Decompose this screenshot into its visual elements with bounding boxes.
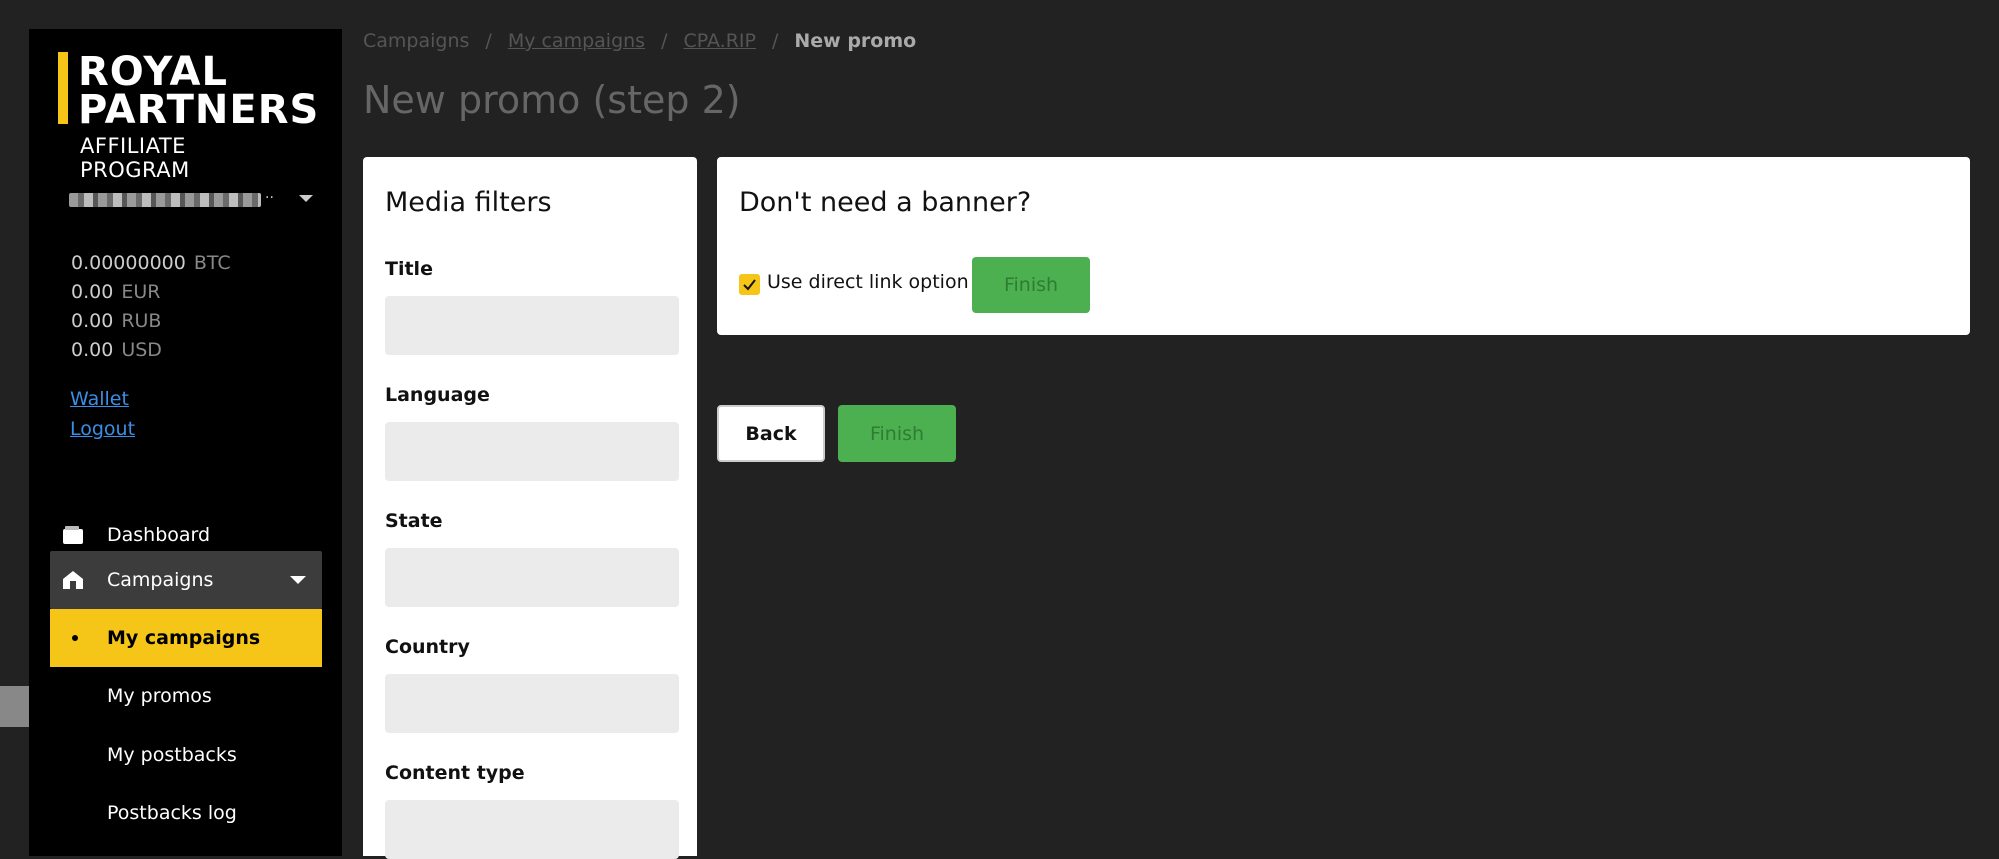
breadcrumb-item-my-campaigns[interactable]: My campaigns (508, 30, 645, 52)
content-type-input[interactable] (385, 800, 679, 859)
logo-bar (58, 52, 68, 124)
sidebar-item-label: My campaigns (107, 627, 261, 649)
language-label: Language (385, 384, 490, 406)
content-type-label: Content type (385, 762, 525, 784)
balance-currency: RUB (121, 310, 162, 332)
checkmark-icon (743, 279, 756, 291)
wallet-icon (63, 526, 83, 544)
title-label: Title (385, 258, 433, 280)
media-filters-title: Media filters (385, 187, 552, 218)
chevron-down-icon[interactable] (299, 195, 313, 202)
balance-row: 0.00 RUB (71, 307, 231, 336)
balance-currency: BTC (193, 252, 231, 274)
logout-link[interactable]: Logout (70, 414, 135, 444)
logo-line-3: AFFILIATE PROGRAM (80, 134, 190, 182)
user-name-ellipsis: .. (265, 186, 274, 202)
balance-amount: 0.00 (71, 281, 114, 303)
sidebar-item-postbacks-log[interactable]: Postbacks log (50, 784, 322, 842)
breadcrumb-item-cpa-rip[interactable]: CPA.RIP (683, 30, 755, 52)
state-input[interactable] (385, 548, 679, 607)
direct-link-label[interactable]: Use direct link option (767, 271, 969, 293)
back-button[interactable]: Back (717, 405, 825, 462)
country-label: Country (385, 636, 470, 658)
media-filters-panel: Media filters Title Language State Count… (363, 157, 697, 859)
user-menu[interactable]: .. (69, 186, 313, 209)
balance-amount: 0.00 (71, 310, 114, 332)
breadcrumb-separator: / (771, 30, 779, 52)
account-links: Wallet Logout (70, 384, 135, 444)
direct-link-checkbox[interactable] (739, 274, 760, 295)
balance-row: 0.00 USD (71, 336, 231, 365)
country-input[interactable] (385, 674, 679, 733)
sidebar-item-label: My promos (107, 685, 212, 707)
state-label: State (385, 510, 443, 532)
finish-direct-link-button[interactable]: Finish (972, 257, 1090, 313)
breadcrumb-separator: / (485, 30, 492, 52)
balance-list: 0.00000000 BTC 0.00 EUR 0.00 RUB 0.00 USD (71, 249, 231, 365)
no-banner-panel: Don't need a banner? Use direct link opt… (717, 157, 1970, 335)
page-title: New promo (step 2) (363, 78, 741, 122)
active-bullet-icon (72, 635, 78, 641)
balance-amount: 0.00 (71, 339, 114, 361)
wallet-link[interactable]: Wallet (70, 384, 135, 414)
chevron-down-icon (290, 576, 306, 584)
balance-currency: USD (121, 339, 162, 361)
no-banner-title: Don't need a banner? (739, 187, 1032, 218)
home-icon (63, 571, 83, 589)
sidebar-item-label: Postbacks log (107, 802, 237, 824)
breadcrumb-item-current: New promo (794, 30, 917, 52)
left-edge-tab[interactable] (0, 686, 29, 727)
sidebar-item-label: Campaigns (107, 569, 214, 591)
sidebar-item-my-campaigns[interactable]: My campaigns (50, 609, 322, 667)
title-input[interactable] (385, 296, 679, 355)
sidebar-item-label: My postbacks (107, 744, 237, 766)
sidebar-item-campaigns[interactable]: Campaigns (50, 551, 322, 609)
sidebar-item-my-postbacks[interactable]: My postbacks (50, 726, 322, 784)
balance-row: 0.00000000 BTC (71, 249, 231, 278)
finish-button[interactable]: Finish (838, 405, 956, 462)
breadcrumb-item-campaigns[interactable]: Campaigns (363, 30, 469, 52)
sidebar-item-my-promos[interactable]: My promos (50, 667, 322, 725)
logo-line-2: PARTNERS (78, 87, 320, 133)
user-name-redacted (69, 193, 261, 207)
balance-amount: 0.00000000 (71, 252, 186, 274)
balance-row: 0.00 EUR (71, 278, 231, 307)
sidebar: ROYAL PARTNERS AFFILIATE PROGRAM .. 0.00… (29, 29, 342, 856)
breadcrumb: Campaigns / My campaigns / CPA.RIP / New promo (363, 30, 916, 52)
breadcrumb-separator: / (661, 30, 668, 52)
language-input[interactable] (385, 422, 679, 481)
balance-currency: EUR (121, 281, 161, 303)
